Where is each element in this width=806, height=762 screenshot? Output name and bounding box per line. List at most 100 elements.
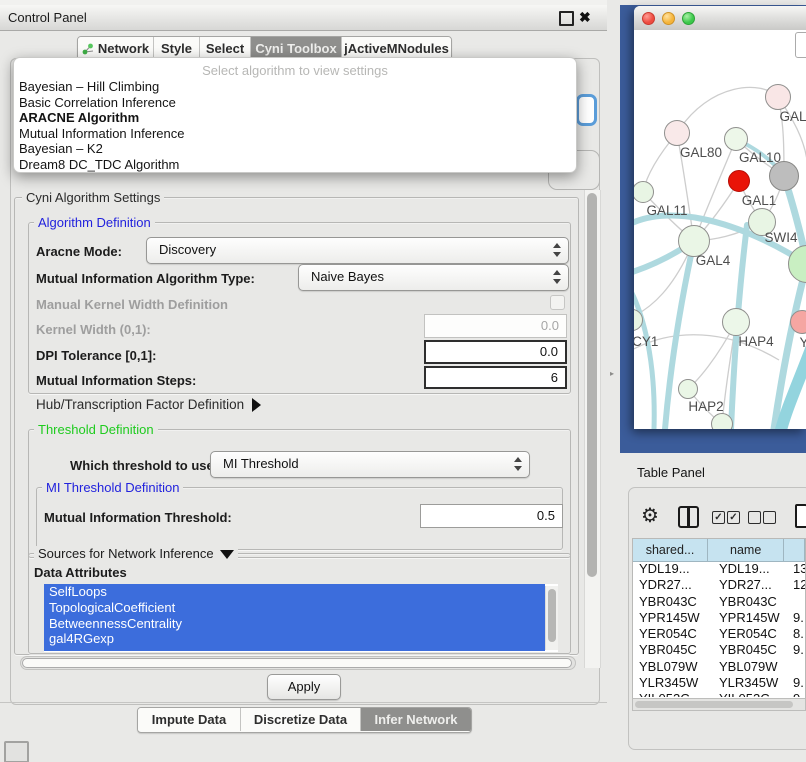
document-icon[interactable] xyxy=(795,504,806,528)
dropdown-item-bayesian-hill-climbing[interactable]: Bayesian – Hill Climbing xyxy=(14,79,576,95)
scrollbar-thumb[interactable] xyxy=(635,701,793,708)
algorithm-definition-title: Algorithm Definition xyxy=(34,215,155,230)
table-row[interactable]: YIL052CYIL052C9. xyxy=(633,691,805,697)
table-cell: 13 xyxy=(793,561,805,577)
table-row[interactable]: YBR043CYBR043C xyxy=(633,594,805,610)
table-cell: 8. xyxy=(793,626,804,642)
dropdown-item-mutual-information-inference[interactable]: Mutual Information Inference xyxy=(14,126,576,142)
collapsed-panel-icon[interactable] xyxy=(4,741,29,762)
dropdown-item-basic-correlation-inference[interactable]: Basic Correlation Inference xyxy=(14,95,576,111)
bottom-tab-impute-data[interactable]: Impute Data xyxy=(138,708,241,731)
hidden-combo-fragment xyxy=(576,94,597,126)
column-header-extra[interactable] xyxy=(784,539,805,561)
node-hap4[interactable] xyxy=(722,308,750,336)
network-window-titlebar[interactable] xyxy=(634,6,806,31)
stepper-icon xyxy=(552,242,561,258)
table-row[interactable]: YLR345WYLR345W9. xyxy=(633,675,805,691)
node-label-gal1: GAL1 xyxy=(742,193,777,208)
node-label-gal4: GAL4 xyxy=(696,253,731,268)
dpi-tolerance-field[interactable]: 0.0 xyxy=(424,340,567,364)
split-handle-icon[interactable]: ▸ xyxy=(610,369,614,378)
attribute-item-partial[interactable] xyxy=(44,647,545,651)
kernel-width-label: Kernel Width (0,1): xyxy=(36,322,151,337)
collapse-arrow-icon xyxy=(220,550,234,559)
attribute-item-gal4rgexp[interactable]: gal4RGexp xyxy=(44,631,545,647)
data-attributes-list[interactable]: SelfLoopsTopologicalCoefficientBetweenne… xyxy=(44,584,558,652)
column-header-name[interactable]: name xyxy=(708,539,784,561)
node-unlabeled[interactable] xyxy=(769,161,799,191)
table-row[interactable]: YBR045CYBR045C9. xyxy=(633,642,805,658)
dpi-tolerance-label: DPI Tolerance [0,1]: xyxy=(36,348,156,363)
node-hap2[interactable] xyxy=(678,379,698,399)
table-cell: 9. xyxy=(793,691,804,697)
mi-threshold-group-title: MI Threshold Definition xyxy=(42,480,183,495)
sources-group-title[interactable]: Sources for Network Inference xyxy=(34,546,238,561)
attr-items: SelfLoopsTopologicalCoefficientBetweenne… xyxy=(44,584,558,651)
dropdown-item-dream8-dc-tdc-algorithm[interactable]: Dream8 DC_TDC Algorithm xyxy=(14,157,576,173)
aracne-mode-combo[interactable]: Discovery xyxy=(146,237,569,264)
dropdown-list: Bayesian – Hill ClimbingBasic Correlatio… xyxy=(14,79,576,173)
network-icon xyxy=(82,43,94,55)
hub-definition-expander[interactable]: Hub/Transcription Factor Definition xyxy=(36,397,261,412)
application-screen: Control Panel ✖ NetworkStyleSelectCyni T… xyxy=(0,0,806,762)
deselect-checkbox-icon[interactable] xyxy=(763,511,776,524)
scrollbar-thumb[interactable] xyxy=(587,193,597,577)
scrollbar-thumb[interactable] xyxy=(22,658,572,668)
zoom-traffic-light[interactable] xyxy=(682,12,695,25)
kernel-width-field[interactable]: 0.0 xyxy=(424,314,567,338)
manual-kernel-checkbox[interactable] xyxy=(550,295,565,310)
table-row[interactable]: YDL19...YDL19...13 xyxy=(633,561,805,577)
float-window-icon[interactable] xyxy=(559,11,574,26)
column-header-shared[interactable]: shared... xyxy=(633,539,708,561)
table-cell: YLR345W xyxy=(639,675,698,691)
deselect-checkbox-icon[interactable] xyxy=(748,511,761,524)
dropdown-item-bayesian-k2[interactable]: Bayesian – K2 xyxy=(14,141,576,157)
table-row[interactable]: YBL079WYBL079W xyxy=(633,659,805,675)
network-canvas[interactable]: GAL80GAL10GALGAL1GAL11GAL4SWI4GCY1HAP4YH… xyxy=(634,30,806,429)
table-row[interactable]: YDR27...YDR27...12 xyxy=(633,577,805,593)
which-threshold-value: MI Threshold xyxy=(223,456,299,471)
vertical-scrollbar[interactable] xyxy=(584,190,601,668)
horizontal-scrollbar[interactable] xyxy=(20,656,576,670)
minimize-traffic-light[interactable] xyxy=(662,12,675,25)
node-gal[interactable] xyxy=(765,84,791,110)
attribute-item-topologicalcoefficient[interactable]: TopologicalCoefficient xyxy=(44,600,545,616)
bottom-tabs: Impute DataDiscretize DataInfer Network xyxy=(137,707,472,733)
select-checkbox-icon[interactable]: ✓ xyxy=(712,511,725,524)
table-horizontal-scrollbar[interactable] xyxy=(632,698,806,711)
node-unlabeled[interactable] xyxy=(728,170,750,192)
table-cell: YBR045C xyxy=(719,642,777,658)
table-row[interactable]: YER054CYER054C8. xyxy=(633,626,805,642)
table-cell: 9. xyxy=(793,642,804,658)
node-unlabeled[interactable] xyxy=(711,413,733,429)
gear-icon[interactable]: ⚙ xyxy=(641,503,659,528)
mi-threshold-field[interactable]: 0.5 xyxy=(420,504,563,528)
bottom-tab-infer-network[interactable]: Infer Network xyxy=(361,708,471,731)
algorithm-dropdown: Select algorithm to view settings Bayesi… xyxy=(13,57,577,173)
aracne-mode-value: Discovery xyxy=(159,242,216,257)
node-table: shared...name YDL19...YDL19...13YDR27...… xyxy=(632,538,806,698)
mi-steps-field[interactable]: 6 xyxy=(424,366,567,389)
apply-button[interactable]: Apply xyxy=(267,674,341,700)
close-traffic-light[interactable] xyxy=(642,12,655,25)
hub-definition-label: Hub/Transcription Factor Definition xyxy=(36,397,244,412)
attribute-item-betweennesscentrality[interactable]: BetweennessCentrality xyxy=(44,616,545,632)
mi-type-combo[interactable]: Naive Bayes xyxy=(298,264,569,291)
bottom-tab-discretize-data[interactable]: Discretize Data xyxy=(241,708,361,731)
node-gal80[interactable] xyxy=(664,120,690,146)
aracne-mode-label: Aracne Mode: xyxy=(36,244,122,259)
dropdown-item-aracne-algorithm[interactable]: ARACNE Algorithm xyxy=(14,110,576,126)
table-row[interactable]: YPR145WYPR145W9. xyxy=(633,610,805,626)
table-cell: YDR27... xyxy=(639,577,692,593)
attribute-item-selfloops[interactable]: SelfLoops xyxy=(44,584,545,600)
node-gal10[interactable] xyxy=(724,127,748,151)
network-view-window[interactable]: GAL80GAL10GALGAL1GAL11GAL4SWI4GCY1HAP4YH… xyxy=(634,6,806,429)
which-threshold-combo[interactable]: MI Threshold xyxy=(210,451,530,478)
stepper-icon xyxy=(513,456,522,472)
close-icon[interactable]: ✖ xyxy=(579,8,591,27)
node-label-y: Y xyxy=(799,335,806,350)
scrollbar-thumb[interactable] xyxy=(548,589,556,642)
split-columns-icon[interactable] xyxy=(678,506,699,528)
list-scrollbar[interactable] xyxy=(545,586,558,650)
select-checkbox-icon[interactable]: ✓ xyxy=(727,511,740,524)
